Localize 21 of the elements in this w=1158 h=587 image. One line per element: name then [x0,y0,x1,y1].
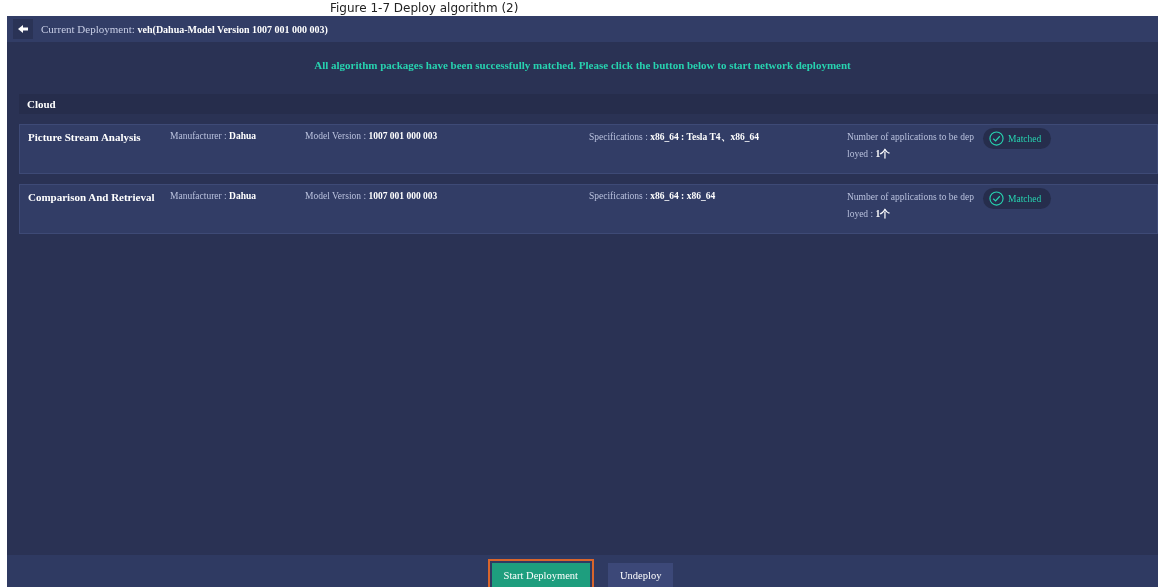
back-button[interactable] [13,19,33,39]
section-header: Cloud [19,94,1158,114]
model-version-field: Model Version : 1007 001 000 003 [305,191,589,201]
manufacturer-field: Manufacturer : Dahua [170,191,305,201]
match-status: Matched [983,188,1052,209]
model-version-field: Model Version : 1007 001 000 003 [305,131,589,141]
undeploy-button[interactable]: Undeploy [607,563,674,587]
deployment-title: Current Deployment: veh(Dahua-Model Version 1007 001 000 003) [41,23,328,35]
application-count: Number of applications to be deployed : 1个 [847,191,975,221]
algorithm-name: Comparison And Retrieval [28,191,156,203]
back-arrow-icon [18,25,28,33]
check-circle-icon [989,191,1004,206]
specifications-field: Specifications : x86_64 : Tesla T4、x86_64 [589,131,847,144]
status-message: All algorithm packages have been successfully matched. Please click the button below to start network deployment [314,59,851,71]
check-circle-icon [989,131,1004,146]
match-status: Matched [983,128,1052,149]
manufacturer-field: Manufacturer : Dahua [170,131,305,141]
specifications-field: Specifications : x86_64 : x86_64 [589,191,847,201]
algorithm-name: Picture Stream Analysis [28,131,142,143]
application-count: Number of applications to be deployed : 1个 [847,131,975,161]
figure-caption: Figure 1-7 Deploy algorithm (2) [329,0,520,16]
